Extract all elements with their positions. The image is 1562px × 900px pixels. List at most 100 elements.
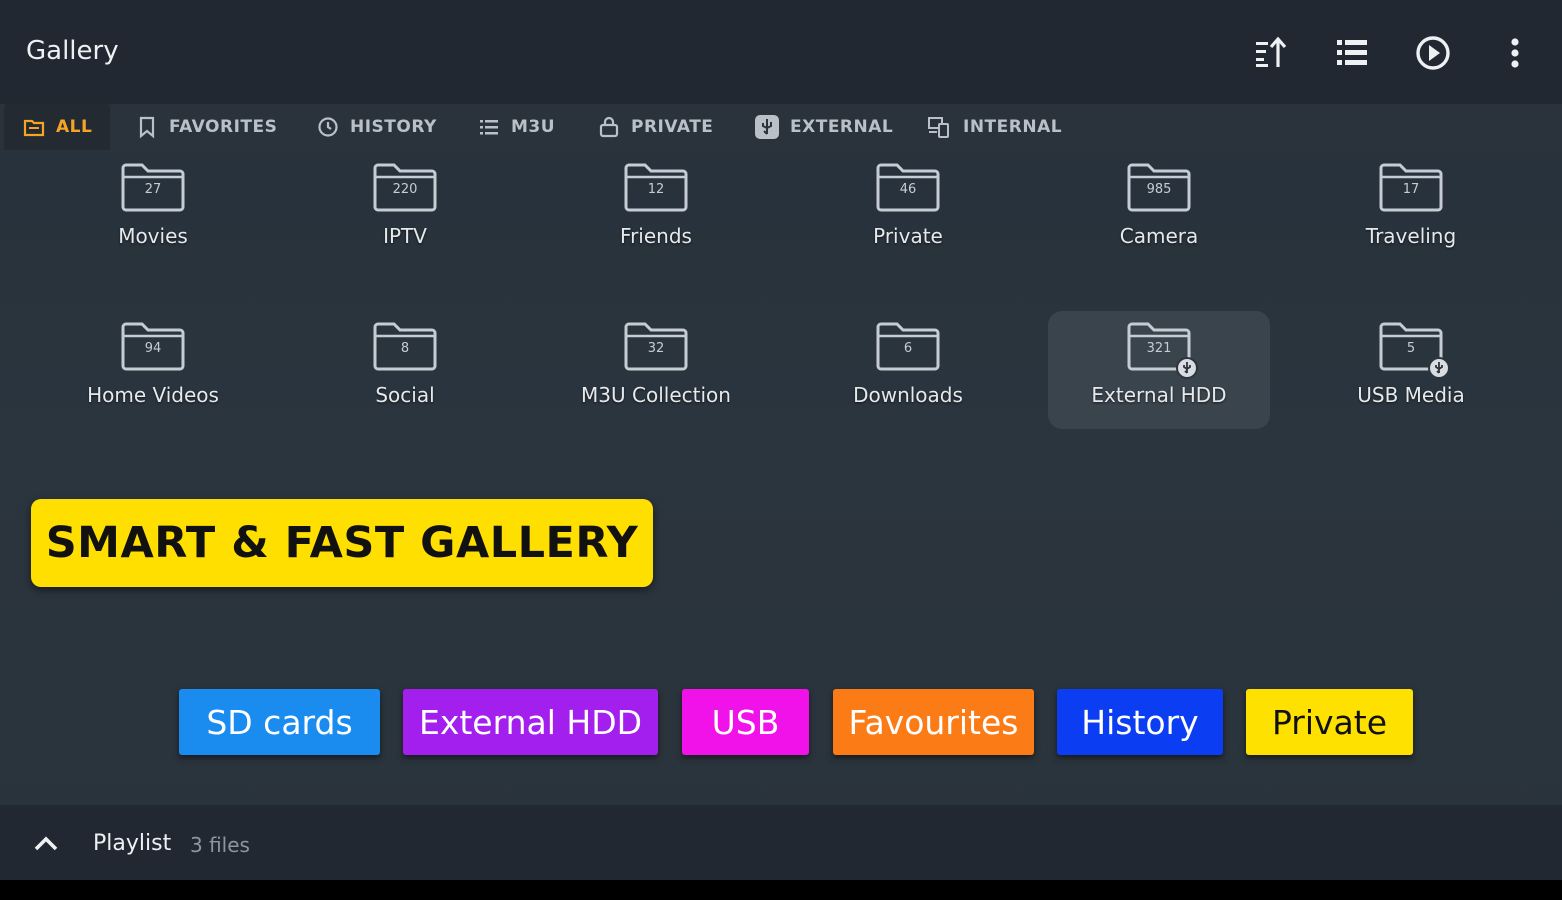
folder-icon: 46: [873, 162, 943, 214]
folder-label: Private: [873, 224, 943, 248]
chip-history[interactable]: History: [1057, 689, 1223, 755]
folder-label: Camera: [1119, 224, 1199, 248]
playlist-title: Playlist: [93, 831, 172, 856]
chip-usb[interactable]: USB: [682, 689, 809, 755]
folder-item-count: 321: [1146, 341, 1172, 356]
folder-external-hdd[interactable]: 321 External HDD: [1048, 311, 1270, 429]
folder-item-count: 32: [647, 341, 665, 356]
chip-external-hdd[interactable]: External HDD: [403, 689, 658, 755]
folder-icon: 94: [118, 321, 188, 373]
clock-icon: [318, 117, 338, 137]
folder-label: Traveling: [1365, 224, 1457, 248]
folder-item-count: 12: [647, 182, 665, 197]
list-icon: [480, 120, 498, 135]
folder-icon: 8: [370, 321, 440, 373]
chip-private[interactable]: Private: [1246, 689, 1413, 755]
folder-label: Movies: [118, 224, 188, 248]
chip-label: Private: [1271, 702, 1388, 742]
folder-item-count: 220: [392, 182, 418, 197]
folder-icon: 17: [1376, 162, 1446, 214]
sort-button[interactable]: [1248, 30, 1294, 76]
folder-downloads[interactable]: 6 Downloads: [797, 311, 1019, 429]
folder-item-count: 27: [144, 182, 162, 197]
chip-label: Favourites: [848, 702, 1019, 742]
list-view-icon: [1337, 40, 1367, 65]
folder-item-count: 5: [1406, 341, 1416, 356]
chip-label: USB: [711, 702, 780, 742]
chevron-up-icon: [34, 836, 58, 851]
folder-icon: 12: [621, 162, 691, 214]
usb-icon: [755, 115, 779, 139]
tab-history-label: HISTORY: [350, 117, 437, 137]
folder-home-videos[interactable]: 94 Home Videos: [42, 311, 264, 429]
folder-label: Friends: [620, 224, 692, 248]
more-vert-icon: [1511, 38, 1519, 68]
folder-m3u-collection[interactable]: 32 M3U Collection: [545, 311, 767, 429]
top-app-bar: Gallery: [0, 0, 1562, 104]
folder-movies[interactable]: 27 Movies: [42, 152, 264, 270]
folder-private[interactable]: 46 Private: [797, 152, 1019, 270]
folder-item-count: 46: [899, 182, 917, 197]
usb-badge-icon: [1428, 357, 1450, 379]
more-options-button[interactable]: [1492, 30, 1538, 76]
folder-icon: 5: [1376, 321, 1450, 379]
folder-label: USB Media: [1357, 383, 1465, 407]
folder-item-count: 8: [400, 341, 410, 356]
list-view-button[interactable]: [1329, 30, 1375, 76]
chip-label: History: [1081, 702, 1199, 742]
folder-item-count: 985: [1146, 182, 1172, 197]
bookmark-icon: [139, 116, 155, 139]
tab-all-label: ALL: [56, 117, 93, 137]
folder-item-count: 17: [1402, 182, 1420, 197]
play-circle-icon: [1416, 36, 1450, 70]
playlist-bar[interactable]: Playlist 3 files: [0, 805, 1562, 880]
tab-m3u-label: M3U: [511, 117, 556, 137]
folder-icon: 27: [118, 162, 188, 214]
tab-favorites-label: FAVORITES: [169, 117, 278, 137]
tab-m3u[interactable]: M3U: [477, 104, 555, 150]
tab-favorites[interactable]: FAVORITES: [135, 104, 277, 150]
devices-icon: [928, 117, 949, 138]
tab-external[interactable]: EXTERNAL: [754, 104, 893, 150]
tab-external-label: EXTERNAL: [790, 117, 894, 137]
chip-label: External HDD: [418, 702, 643, 742]
folder-item-count: 6: [903, 341, 913, 356]
playlist-file-count: 3 files: [190, 833, 250, 857]
folder-icon: 985: [1124, 162, 1194, 214]
tab-bar: ALL FAVORITES HISTORY M3U PRIVATE EXTERN…: [0, 104, 1562, 152]
folder-icon: [23, 119, 45, 137]
folder-label: Social: [375, 383, 435, 407]
folder-item-count: 94: [144, 341, 162, 356]
folder-icon: 321: [1124, 321, 1198, 379]
folder-traveling[interactable]: 17 Traveling: [1300, 152, 1522, 270]
folder-label: Downloads: [853, 383, 963, 407]
play-button[interactable]: [1410, 30, 1456, 76]
folder-label: Home Videos: [87, 383, 219, 407]
usb-badge-icon: [1176, 357, 1198, 379]
folder-iptv[interactable]: 220 IPTV: [294, 152, 516, 270]
folder-icon: 6: [873, 321, 943, 373]
chip-label: SD cards: [206, 702, 353, 742]
folder-usb-media[interactable]: 5 USB Media: [1300, 311, 1522, 429]
tab-internal-label: INTERNAL: [963, 117, 1063, 137]
folder-label: IPTV: [383, 224, 427, 248]
chip-sd-cards[interactable]: SD cards: [179, 689, 380, 755]
promo-banner: SMART & FAST GALLERY: [31, 499, 653, 587]
folder-camera[interactable]: 985 Camera: [1048, 152, 1270, 270]
folder-social[interactable]: 8 Social: [294, 311, 516, 429]
folder-icon: 32: [621, 321, 691, 373]
gallery-app: Gallery ALL FAVORITES HISTORY M3U PRIVAT…: [0, 0, 1562, 880]
lock-icon: [599, 116, 619, 138]
folder-friends[interactable]: 12 Friends: [545, 152, 767, 270]
app-title: Gallery: [26, 36, 119, 66]
folder-label: External HDD: [1091, 383, 1227, 407]
tab-private[interactable]: PRIVATE: [597, 104, 713, 150]
folder-label: M3U Collection: [581, 383, 731, 407]
sort-icon: [1256, 36, 1287, 67]
tab-internal[interactable]: INTERNAL: [927, 104, 1062, 150]
tab-history[interactable]: HISTORY: [316, 104, 437, 150]
tab-all[interactable]: ALL: [4, 104, 111, 150]
tab-private-label: PRIVATE: [631, 117, 714, 137]
expand-playlist-button[interactable]: [28, 825, 64, 861]
chip-favourites[interactable]: Favourites: [833, 689, 1034, 755]
